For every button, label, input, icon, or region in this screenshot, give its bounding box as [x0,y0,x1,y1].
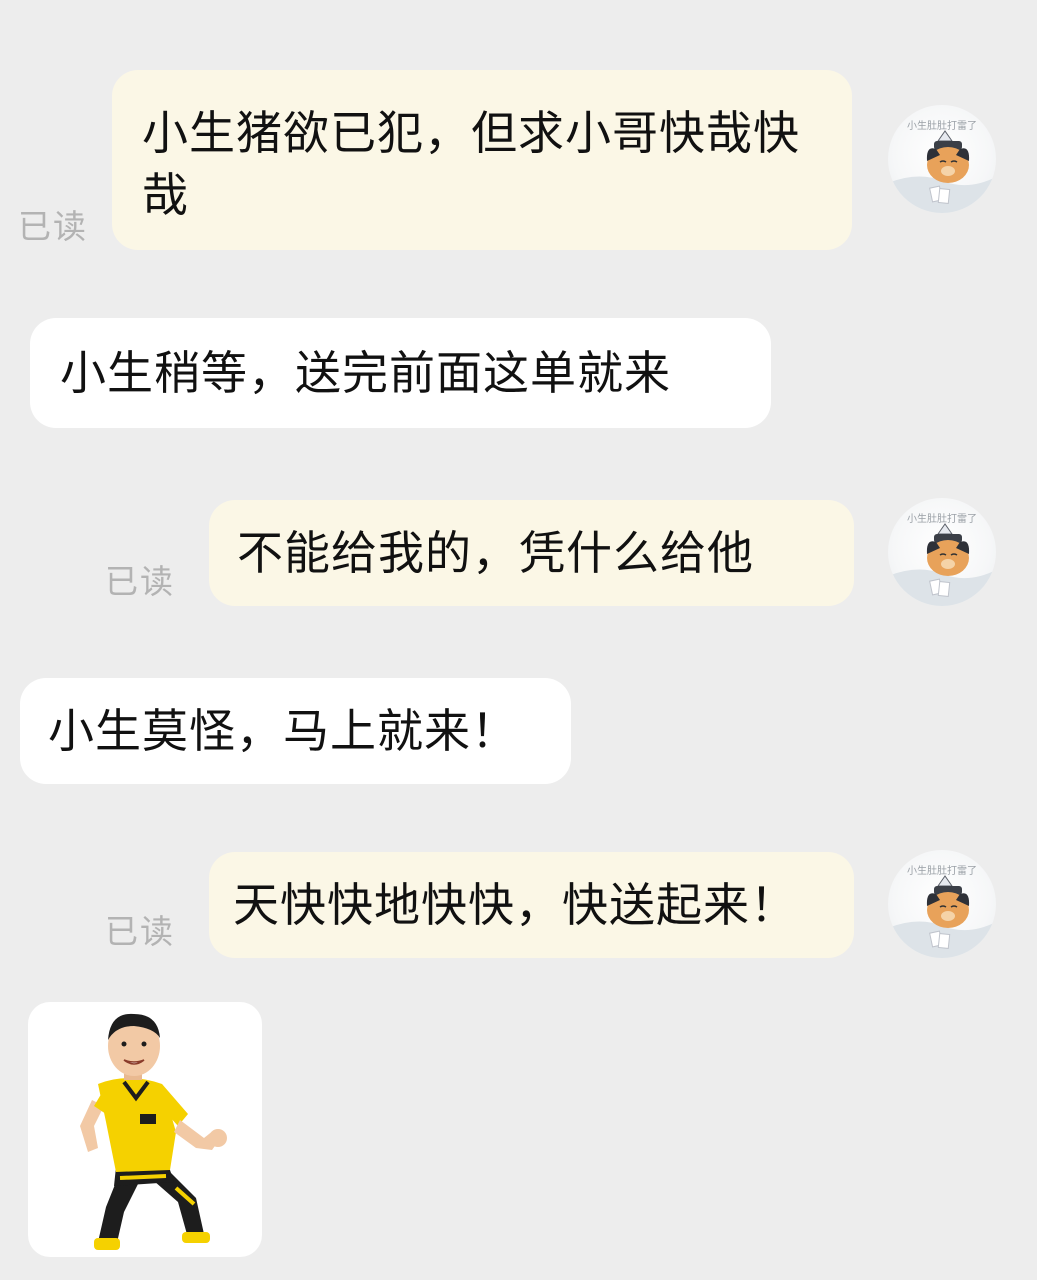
message-text: 小生稍等，送完前面这单就来 [60,346,671,400]
message-bubble-outgoing[interactable]: 天快快地快快，快送起来！ [209,852,854,958]
cat-avatar-icon [888,130,996,213]
message-bubble-incoming[interactable]: 小生稍等，送完前面这单就来 [30,318,771,428]
message-bubble-outgoing[interactable]: 不能给我的，凭什么给他 [209,500,854,606]
message-text: 小生莫怪，马上就来！ [48,704,518,758]
message-bubble-incoming[interactable]: 小生莫怪，马上就来！ [20,678,571,784]
sticker-message[interactable] [28,1002,262,1257]
read-status: 已读 [105,912,175,951]
cat-avatar-icon [888,875,996,958]
user-avatar[interactable]: 小生肚肚打雷了 [888,105,996,213]
read-status: 已读 [105,562,175,601]
user-avatar[interactable]: 小生肚肚打雷了 [888,850,996,958]
cat-avatar-icon [888,523,996,606]
message-text: 不能给我的，凭什么给他 [237,526,754,580]
user-avatar[interactable]: 小生肚肚打雷了 [888,498,996,606]
message-bubble-outgoing[interactable]: 小生猪欲已犯，但求小哥快哉快哉 [112,70,852,250]
read-status: 已读 [18,207,88,246]
message-text: 天快快地快快，快送起来！ [233,878,797,932]
running-courier-sticker [80,1013,227,1250]
message-text: 小生猪欲已犯，但求小哥快哉快哉 [142,106,800,222]
